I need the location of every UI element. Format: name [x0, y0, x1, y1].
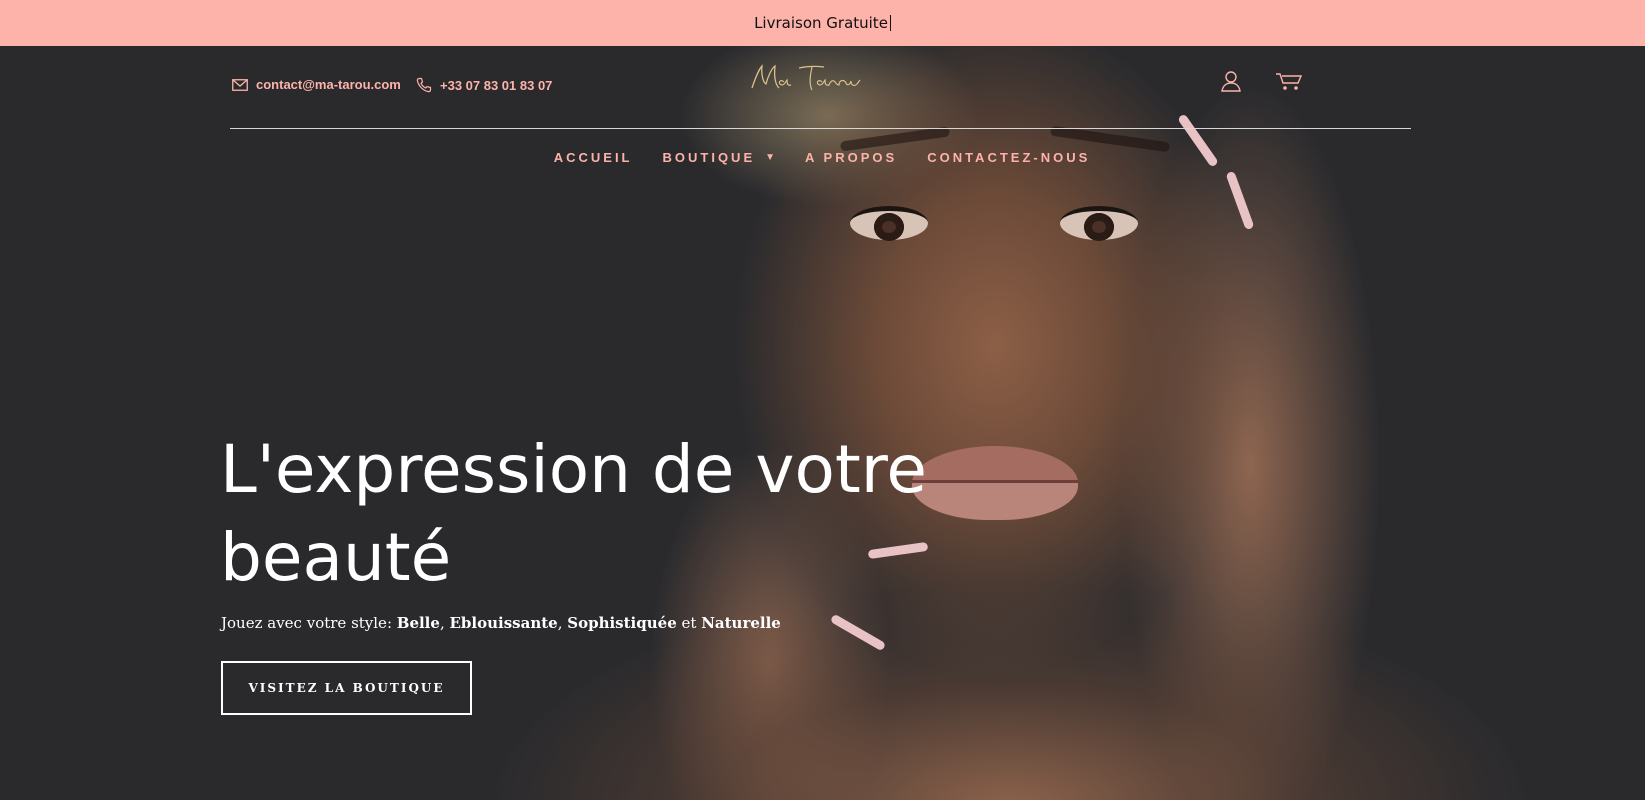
- tagline-word: Sophistiquée: [567, 614, 677, 632]
- mail-icon: [232, 78, 248, 91]
- hero-portrait-eye-right: [1060, 206, 1138, 241]
- hero-headline-line2: beauté: [220, 519, 452, 596]
- phone-link[interactable]: +33 07 83 01 83 07: [416, 77, 552, 93]
- visit-shop-button[interactable]: VISITEZ LA BOUTIQUE: [221, 661, 472, 715]
- email-link[interactable]: contact@ma-tarou.com: [232, 77, 401, 92]
- main-nav: ACCUEIL BOUTIQUE ▼ A PROPOS CONTACTEZ-NO…: [0, 150, 1645, 165]
- hero-portrait-nail: [1225, 170, 1255, 231]
- nav-item-accueil[interactable]: ACCUEIL: [554, 150, 633, 165]
- chevron-down-icon: ▼: [765, 152, 776, 163]
- hero-headline: L'expression de votre beauté: [220, 426, 980, 602]
- top-bar: contact@ma-tarou.com +33 07 83 01 83 07: [230, 46, 1410, 128]
- nav-item-boutique[interactable]: BOUTIQUE ▼: [663, 150, 776, 165]
- phone-icon: [416, 77, 432, 93]
- tagline-word: Eblouissante: [449, 614, 558, 632]
- phone-text: +33 07 83 01 83 07: [440, 77, 553, 93]
- text-caret: [889, 15, 891, 31]
- tagline-prefix: Jouez avec votre style:: [221, 614, 397, 632]
- header-divider: [230, 128, 1411, 129]
- nav-item-a-propos[interactable]: A PROPOS: [805, 150, 897, 165]
- hero-portrait-eye-left: [850, 206, 928, 241]
- cart-icon[interactable]: [1274, 68, 1304, 94]
- tagline-word: Belle: [396, 614, 440, 632]
- hero-portrait-brow-left: [839, 126, 951, 152]
- brand-logo-signature: [751, 64, 861, 91]
- tagline-separator: et: [676, 614, 702, 632]
- tagline-word: Naturelle: [701, 614, 781, 632]
- brand-logo[interactable]: [744, 54, 874, 102]
- tagline-separator: ,: [557, 614, 568, 632]
- hero-portrait-brow-right: [1049, 125, 1171, 153]
- nav-item-contactez-nous[interactable]: CONTACTEZ-NOUS: [927, 150, 1090, 165]
- hero-section: contact@ma-tarou.com +33 07 83 01 83 07: [0, 46, 1645, 800]
- hero-tagline: Jouez avec votre style: Belle, Eblouissa…: [221, 614, 781, 632]
- user-icon[interactable]: [1218, 68, 1244, 94]
- email-text: contact@ma-tarou.com: [256, 77, 401, 92]
- hero-headline-line1: L'expression de votre: [220, 431, 927, 508]
- nav-item-label: BOUTIQUE: [662, 150, 756, 165]
- announcement-bar: Livraison Gratuite: [0, 0, 1645, 46]
- announcement-text: Livraison Gratuite: [754, 14, 888, 32]
- hero-portrait-nail: [829, 613, 887, 652]
